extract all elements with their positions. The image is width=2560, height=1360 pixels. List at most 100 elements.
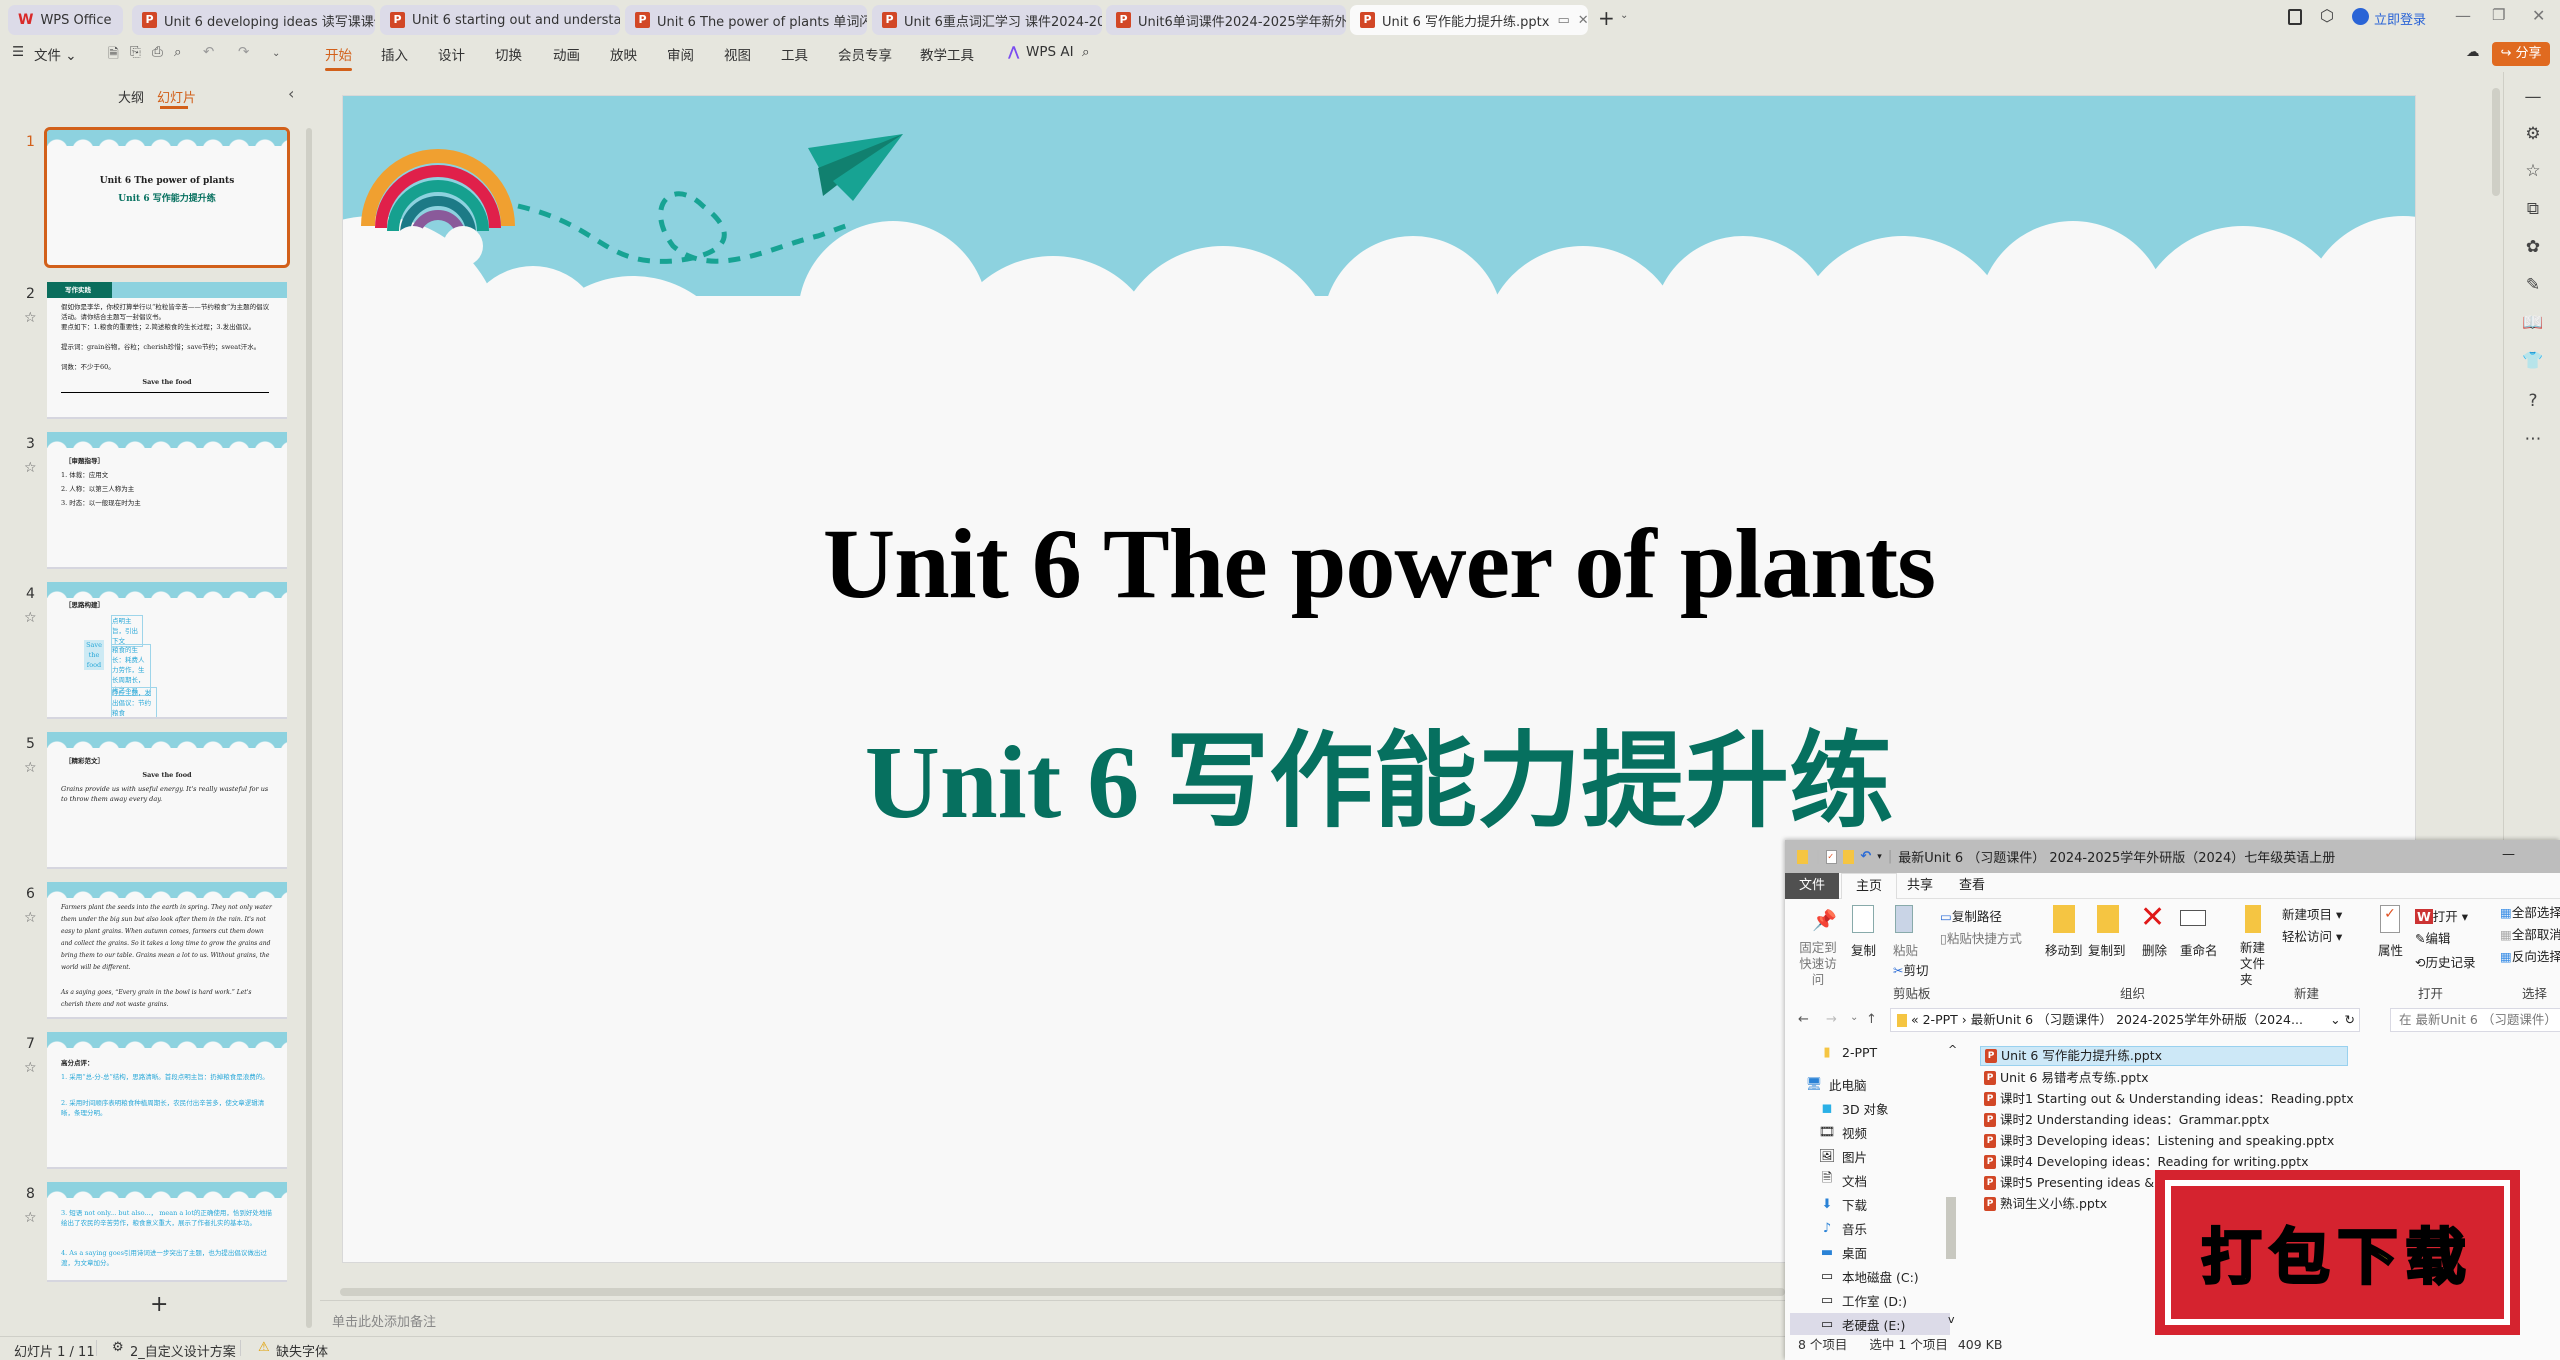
menu-tools[interactable]: 工具	[781, 44, 808, 64]
menu-view[interactable]: 视图	[724, 44, 751, 64]
book-search-icon[interactable]: 📖	[2522, 312, 2544, 334]
star-icon[interactable]: ☆	[24, 460, 37, 476]
address-input[interactable]: « 2-PPT › 最新Unit 6 （习题课件） 2024-2025学年外研版…	[1890, 1008, 2360, 1032]
close-window-icon[interactable]: ✕	[2532, 6, 2545, 25]
design-beautify-icon[interactable]: ✿	[2522, 236, 2544, 258]
search-input[interactable]: 在 最新Unit 6 （习题课件） 2...	[2390, 1008, 2560, 1032]
share-button[interactable]: ↪ 分享	[2492, 42, 2550, 66]
menu-member[interactable]: 会员专享	[838, 44, 892, 64]
nav-item[interactable]: ▭ 工作室 (D:)	[1818, 1289, 1907, 1311]
more-chevron-icon[interactable]: ⌄	[272, 48, 280, 59]
paste-shortcut-button[interactable]: ▯粘贴快捷方式	[1940, 928, 2022, 947]
thumbnail-scrollbar[interactable]	[306, 128, 312, 1328]
add-slide-button[interactable]: +	[150, 1292, 168, 1317]
slide-subtitle[interactable]: Unit 6 写作能力提升练	[343, 696, 2415, 847]
nav-item[interactable]: 🖼 图片	[1818, 1145, 1867, 1167]
menu-animation[interactable]: 动画	[553, 44, 580, 64]
more-icon[interactable]: ⋯	[2522, 428, 2544, 450]
nav-item[interactable]: 🗎 文档	[1818, 1169, 1867, 1191]
nav-item[interactable]: 🖥 此电脑	[1805, 1073, 1867, 1095]
menu-teaching-tools[interactable]: 教学工具	[920, 44, 974, 64]
select-all-button[interactable]: ▦全部选择	[2500, 902, 2560, 921]
slide-thumbnail-7[interactable]: 高分点评： 1. 采用“总-分-总”结构，思路清晰。首段点明主旨：扔掉粮食是浪费…	[47, 1032, 287, 1167]
ribbon-tab-view[interactable]: 查看	[1945, 873, 1999, 899]
scroll-down-icon[interactable]: v	[1948, 1313, 1955, 1326]
slide-thumbnail-8[interactable]: 3. 短语 not only... but also...， mean a lo…	[47, 1182, 287, 1280]
recent-dropdown-icon[interactable]: ⌄	[1850, 1012, 1858, 1023]
refresh-icon[interactable]: ⌄ ↻	[2330, 1009, 2355, 1031]
breadcrumb[interactable]: 2-PPT	[1923, 1012, 1958, 1027]
close-tab-icon[interactable]: ✕	[1578, 13, 1588, 28]
cloud-upload-icon[interactable]: ☁	[2466, 44, 2480, 60]
properties-button[interactable]: 属性	[2378, 940, 2403, 959]
nav-item[interactable]: ▬ 桌面	[1818, 1241, 1867, 1263]
vertical-scrollbar[interactable]	[2492, 88, 2500, 196]
delete-button[interactable]: 删除	[2142, 940, 2167, 959]
window-layout-icon[interactable]	[2288, 9, 2302, 25]
monitor-icon[interactable]: ▭	[1557, 13, 1569, 28]
search-icon[interactable]: ⌕	[1082, 44, 1090, 60]
nav-item[interactable]: ▭ 本地磁盘 (C:)	[1818, 1265, 1919, 1287]
star-icon[interactable]: ☆	[24, 1060, 37, 1076]
up-icon[interactable]: ↑	[1866, 1012, 1877, 1027]
minimize-icon[interactable]: —	[2502, 847, 2515, 862]
menu-transition[interactable]: 切换	[495, 44, 522, 64]
nav-item[interactable]: 🎞 视频	[1818, 1121, 1867, 1143]
star-icon[interactable]: ☆	[24, 910, 37, 926]
copy-path-button[interactable]: ▭复制路径	[1940, 906, 2002, 925]
nav-item[interactable]: ▮ 2-PPT	[1818, 1041, 1877, 1063]
menu-design[interactable]: 设计	[438, 44, 465, 64]
tab-document[interactable]: P Unit 6重点词汇学习 课件2024-2025	[872, 5, 1102, 35]
menu-home[interactable]: 开始	[325, 44, 352, 71]
user-avatar-icon[interactable]	[2352, 8, 2369, 25]
easy-access-button[interactable]: 轻松访问 ▾	[2282, 926, 2342, 945]
new-tab-icon[interactable]: +	[1598, 6, 1615, 30]
help-icon[interactable]: ?	[2522, 390, 2544, 412]
export-icon[interactable]: ⎘	[130, 44, 141, 60]
undo-icon[interactable]: ↶	[1860, 849, 1871, 864]
new-folder-icon[interactable]	[1843, 849, 1855, 864]
redo-icon[interactable]: ↷	[238, 44, 249, 60]
tab-document[interactable]: P Unit 6 starting out and understand	[380, 5, 620, 35]
menu-review[interactable]: 审阅	[667, 44, 694, 64]
scroll-up-icon[interactable]: ^	[1948, 1043, 1957, 1056]
pin-quick-access-button[interactable]: 固定到快速访问	[1795, 940, 1841, 988]
breadcrumb[interactable]: 最新Unit 6 （习题课件） 2024-2025学年外研版（2024...	[1971, 1012, 2303, 1027]
copy-to-button[interactable]: 复制到	[2088, 940, 2126, 959]
restore-icon[interactable]: ❐	[2492, 6, 2505, 24]
file-item[interactable]: P 课时3 Developing ideas：Listening and spea…	[1980, 1131, 2334, 1151]
copy-button[interactable]: 复制	[1851, 940, 1876, 959]
rename-button[interactable]: 重命名	[2180, 940, 2218, 959]
star-icon[interactable]: ☆	[24, 610, 37, 626]
horizontal-scrollbar[interactable]	[340, 1288, 1785, 1296]
file-item[interactable]: P Unit 6 写作能力提升练.pptx	[1980, 1046, 2348, 1066]
nav-item[interactable]: ♪ 音乐	[1818, 1217, 1867, 1239]
tab-slides[interactable]: 幻灯片	[157, 87, 196, 106]
star-icon[interactable]: ☆	[24, 760, 37, 776]
ribbon-tab-file[interactable]: 文件	[1785, 873, 1840, 899]
star-icon[interactable]: ☆	[24, 1210, 37, 1226]
slide-thumbnail-2[interactable]: 写作实践 假如你是李华，你校打算举行以“粒粒皆辛苦——节约粮食”为主题的倡议活动…	[47, 282, 287, 417]
slide-thumbnail-6[interactable]: Farmers plant the seeds into the earth i…	[47, 882, 287, 1017]
collapse-panel-icon[interactable]: ‹	[288, 84, 294, 103]
wps-ai-button[interactable]: WPS AI	[1026, 44, 1074, 60]
properties-icon[interactable]: ✓	[1826, 849, 1838, 864]
print-preview-icon[interactable]: ⌕	[174, 44, 182, 60]
template-shirt-icon[interactable]: 👕	[2522, 350, 2544, 372]
move-to-button[interactable]: 移动到	[2045, 940, 2083, 959]
dropdown-icon[interactable]: ▾	[1877, 852, 1882, 862]
ribbon-tab-share[interactable]: 共享	[1893, 873, 1947, 899]
tab-outline[interactable]: 大纲	[118, 87, 144, 106]
missing-fonts-button[interactable]: 缺失字体	[276, 1341, 328, 1360]
cut-button[interactable]: ✂剪切	[1893, 960, 1929, 979]
select-none-button[interactable]: ▦全部取消	[2500, 924, 2560, 943]
tab-document[interactable]: P Unit 6 developing ideas 读写课课件	[132, 5, 375, 35]
slide-thumbnail-4[interactable]: ［思路构建］ Save the food 点明主旨，引出下文 粮食的生长：耗费人…	[47, 582, 287, 717]
collapse-icon[interactable]: —	[2522, 86, 2544, 108]
notes-area[interactable]: 单击此处添加备注	[320, 1300, 1790, 1336]
tab-wps-office[interactable]: W WPS Office	[8, 5, 123, 35]
file-item[interactable]: P 课时2 Understanding ideas：Grammar.pptx	[1980, 1110, 2269, 1130]
tab-document[interactable]: P Unit 6 The power of plants 单词闪卡	[625, 5, 867, 35]
chevron-down-icon[interactable]: ⌄	[1620, 10, 1628, 21]
print-icon[interactable]: ⎙	[152, 44, 163, 60]
